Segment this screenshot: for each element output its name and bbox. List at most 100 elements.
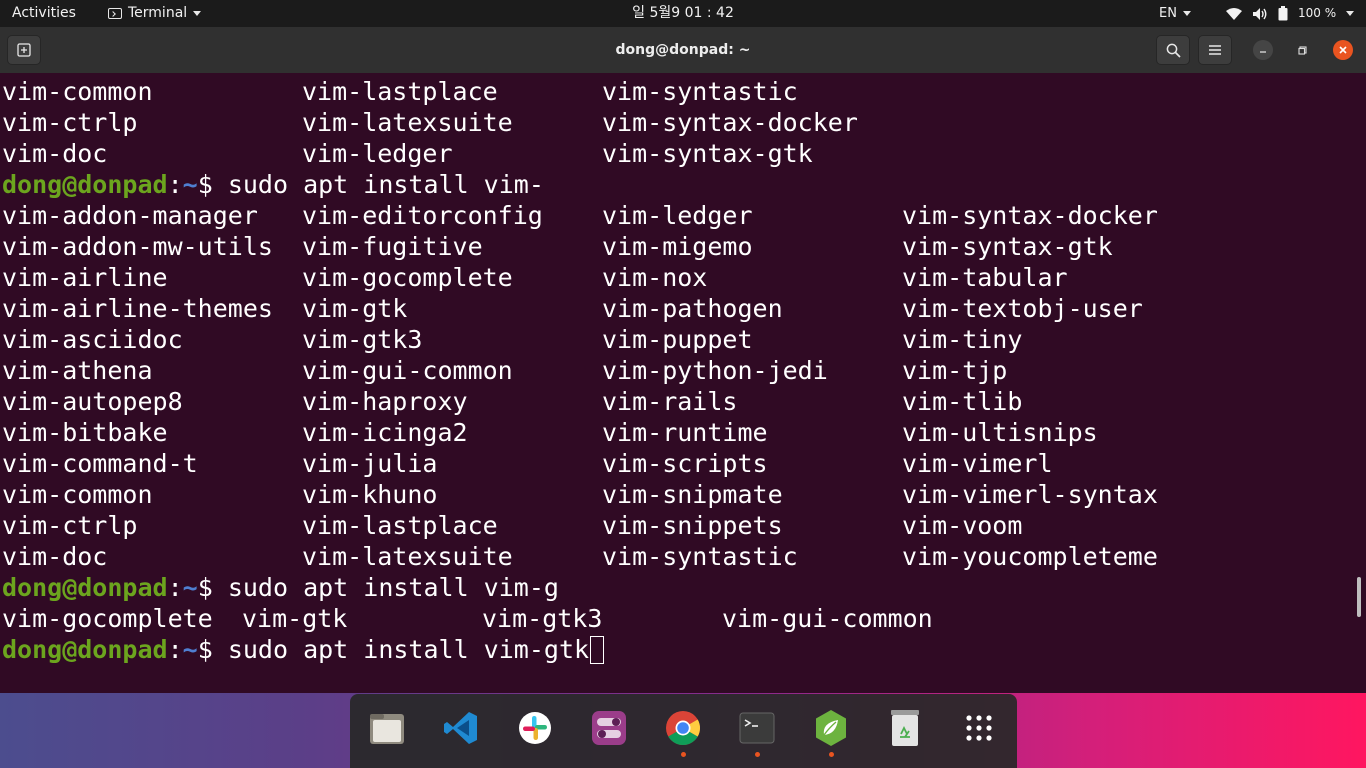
search-button[interactable] bbox=[1156, 35, 1190, 65]
restore-icon bbox=[1297, 45, 1307, 55]
prompt-path: ~ bbox=[182, 635, 198, 664]
system-status-menu[interactable]: 100 % bbox=[1226, 0, 1355, 27]
completion-item: vim-syntax-docker bbox=[602, 108, 858, 137]
top-bar: Activities Terminal 일 5월9 01 : 42 EN 100… bbox=[0, 0, 1366, 27]
completion-item: vim-gocomplete bbox=[2, 604, 213, 633]
completion-item: vim-autopep8 bbox=[2, 387, 183, 416]
terminal-app-icon bbox=[739, 712, 775, 744]
completion-item: vim-khuno bbox=[302, 480, 438, 509]
completion-item: vim-gocomplete bbox=[302, 263, 513, 292]
completion-item: vim-tlib bbox=[902, 387, 1023, 416]
minimize-button[interactable] bbox=[1253, 40, 1273, 60]
prompt-separator: : bbox=[167, 573, 183, 602]
completion-item: vim-latexsuite bbox=[302, 542, 513, 571]
settings-toggle-icon bbox=[592, 711, 626, 745]
completion-item: vim-airline bbox=[2, 263, 168, 292]
prompt-symbol: $ bbox=[197, 573, 228, 602]
app-menu-label: Terminal bbox=[128, 5, 188, 21]
completion-item: vim-tabular bbox=[902, 263, 1068, 292]
completion-item: vim-icinga2 bbox=[302, 418, 468, 447]
dock-show-apps[interactable] bbox=[959, 708, 999, 748]
completion-item: vim-ledger bbox=[602, 201, 753, 230]
completion-item: vim-athena bbox=[2, 356, 153, 385]
completion-item: vim-fugitive bbox=[302, 232, 483, 261]
clock[interactable]: 일 5월9 01 : 42 bbox=[632, 5, 734, 21]
completion-item: vim-python-jedi bbox=[602, 356, 828, 385]
completion-item: vim-syntax-docker bbox=[902, 201, 1158, 230]
completion-item: vim-syntastic bbox=[602, 542, 798, 571]
prompt-separator: : bbox=[167, 635, 183, 664]
dock-terminal[interactable] bbox=[737, 708, 777, 748]
completion-item: vim-lastplace bbox=[302, 77, 498, 106]
completion-item: vim-syntax-gtk bbox=[902, 232, 1113, 261]
slack-icon bbox=[519, 712, 551, 744]
completion-item: vim-tiny bbox=[902, 325, 1023, 354]
completion-item: vim-latexsuite bbox=[302, 108, 513, 137]
dock-files[interactable] bbox=[367, 708, 407, 748]
dock-slack[interactable] bbox=[515, 708, 555, 748]
completion-item: vim-gtk3 bbox=[302, 325, 423, 354]
chevron-down-icon bbox=[1346, 11, 1355, 16]
completion-item: vim-addon-mw-utils bbox=[2, 232, 273, 261]
completion-item: vim-syntastic bbox=[602, 77, 798, 106]
completion-item: vim-doc bbox=[2, 139, 108, 168]
completion-item: vim-puppet bbox=[602, 325, 753, 354]
running-indicator bbox=[755, 752, 760, 757]
completion-item: vim-gtk bbox=[242, 604, 348, 633]
completion-item: vim-addon-manager bbox=[2, 201, 258, 230]
completion-item: vim-haproxy bbox=[302, 387, 468, 416]
chrome-icon bbox=[666, 711, 700, 745]
battery-icon bbox=[1278, 6, 1288, 21]
hamburger-icon bbox=[1209, 45, 1221, 55]
new-tab-button[interactable] bbox=[7, 35, 41, 65]
completion-item: vim-vimerl bbox=[902, 449, 1053, 478]
minimize-icon bbox=[1260, 51, 1266, 53]
completion-item: vim-airline-themes bbox=[2, 294, 273, 323]
activities-button[interactable]: Activities bbox=[12, 0, 76, 27]
prompt-line: dong@donpad:~$ sudo apt install vim- bbox=[2, 169, 544, 200]
running-indicator bbox=[681, 752, 686, 757]
completion-item: vim-gui-common bbox=[302, 356, 513, 385]
text-cursor bbox=[590, 636, 605, 664]
terminal-scrollbar[interactable] bbox=[1357, 577, 1361, 617]
completion-item: vim-snippets bbox=[602, 511, 783, 540]
prompt-line: dong@donpad:~$ sudo apt install vim-gtk bbox=[2, 634, 605, 665]
dock-trash[interactable] bbox=[885, 708, 925, 748]
completion-item: vim-vimerl-syntax bbox=[902, 480, 1158, 509]
battery-percent: 100 % bbox=[1298, 6, 1337, 20]
dock-chrome[interactable] bbox=[663, 708, 703, 748]
completion-item: vim-syntax-gtk bbox=[602, 139, 813, 168]
prompt-user: dong@donpad bbox=[2, 573, 168, 602]
command-text: sudo apt install vim- bbox=[227, 170, 544, 199]
terminal-output[interactable]: vim-common vim-lastplace vim-syntastic vim-… bbox=[0, 73, 1366, 693]
app-menu[interactable]: Terminal bbox=[108, 0, 202, 27]
completion-item: vim-migemo bbox=[602, 232, 753, 261]
completion-item: vim-ctrlp bbox=[2, 511, 138, 540]
prompt-path: ~ bbox=[182, 573, 198, 602]
restore-button[interactable] bbox=[1292, 40, 1312, 60]
completion-item: vim-editorconfig bbox=[302, 201, 543, 230]
files-icon bbox=[370, 714, 404, 744]
dock-vscode[interactable] bbox=[441, 708, 481, 748]
dock-spring[interactable] bbox=[811, 708, 851, 748]
completion-item: vim-gtk bbox=[302, 294, 408, 323]
completion-item: vim-nox bbox=[602, 263, 708, 292]
completion-item: vim-pathogen bbox=[602, 294, 783, 323]
completion-item: vim-ctrlp bbox=[2, 108, 138, 137]
completion-item: vim-bitbake bbox=[2, 418, 168, 447]
hamburger-menu-button[interactable] bbox=[1198, 35, 1232, 65]
terminal-headerbar: dong@donpad: ~ bbox=[0, 27, 1366, 74]
language-label: EN bbox=[1159, 6, 1177, 21]
language-indicator[interactable]: EN bbox=[1159, 0, 1191, 27]
completion-item: vim-asciidoc bbox=[2, 325, 183, 354]
completion-item: vim-snipmate bbox=[602, 480, 783, 509]
command-text: sudo apt install vim-g bbox=[227, 573, 559, 602]
trash-icon bbox=[891, 710, 919, 746]
completion-item: vim-ledger bbox=[302, 139, 453, 168]
close-button[interactable] bbox=[1333, 40, 1353, 60]
dock bbox=[350, 694, 1017, 768]
completion-item: vim-rails bbox=[602, 387, 738, 416]
dock-settings[interactable] bbox=[589, 708, 629, 748]
completion-item: vim-textobj-user bbox=[902, 294, 1143, 323]
prompt-user: dong@donpad bbox=[2, 635, 168, 664]
